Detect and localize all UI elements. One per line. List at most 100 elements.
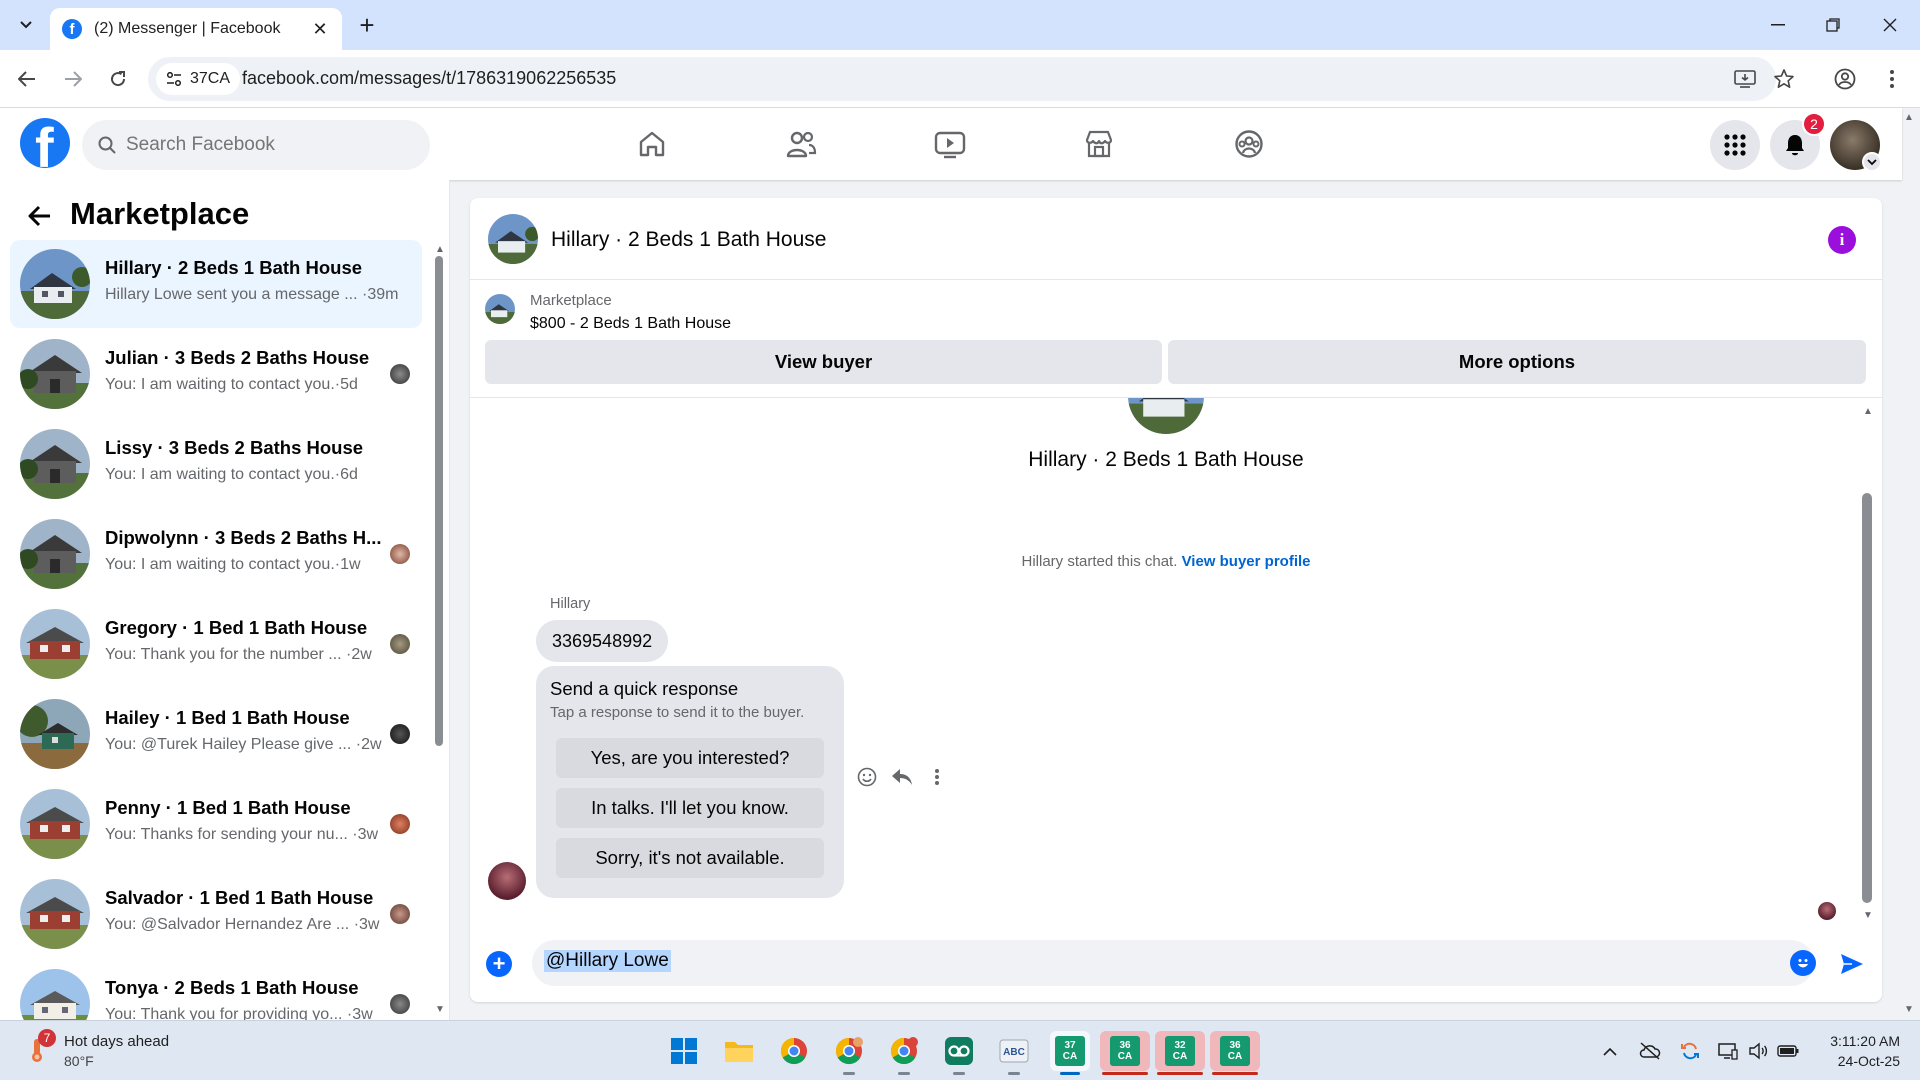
chrome-icon[interactable] <box>774 1031 814 1071</box>
reload-icon[interactable] <box>103 64 133 94</box>
chat-title[interactable]: Hillary · 2 Beds 1 Bath House <box>551 228 826 252</box>
more-options-button[interactable]: More options <box>1168 340 1866 384</box>
conversation-item[interactable]: Gregory · 1 Bed 1 Bath House You: Thank … <box>10 600 422 688</box>
conversation-snippet: You: Thank you for providing yo... ·3w <box>105 1006 373 1020</box>
voicemail-app-icon[interactable] <box>939 1031 979 1075</box>
conversation-item[interactable]: Julian · 3 Beds 2 Baths House You: I am … <box>10 330 422 418</box>
cloud-sync-off-icon[interactable] <box>1638 1039 1662 1063</box>
back-arrow-icon[interactable] <box>24 200 56 232</box>
sidebar-scrollbar-thumb[interactable] <box>435 256 443 746</box>
sync-icon[interactable] <box>1678 1039 1702 1063</box>
listing-thumbnail <box>20 789 90 859</box>
new-tab-plus-icon[interactable]: + <box>352 10 382 40</box>
reply-arrow-icon[interactable] <box>889 764 915 790</box>
back-arrow-icon[interactable] <box>12 64 42 94</box>
profile-icon[interactable] <box>1833 67 1857 91</box>
ca-app-36-icon[interactable]: 36 CA <box>1100 1031 1150 1075</box>
nav-watch-icon[interactable] <box>894 118 1006 170</box>
nav-marketplace-icon[interactable] <box>1043 118 1155 170</box>
window-close-icon[interactable] <box>1870 8 1910 42</box>
message-input[interactable]: @Hillary Lowe <box>532 940 1814 986</box>
sidebar-scroll-down-arrow-icon[interactable]: ▼ <box>434 1004 446 1015</box>
volume-icon[interactable] <box>1746 1039 1770 1063</box>
account-chevron-down-icon[interactable] <box>1862 152 1882 172</box>
quick-response-button[interactable]: Yes, are you interested? <box>556 738 824 778</box>
marketplace-label: Marketplace <box>530 292 612 309</box>
message-input-text[interactable]: @Hillary Lowe <box>544 950 671 972</box>
chrome-profile-icon[interactable] <box>829 1031 869 1075</box>
browser-menu-kebab-icon[interactable] <box>1880 67 1904 91</box>
conversation-item[interactable]: Hillary · 2 Beds 1 Bath House Hillary Lo… <box>10 240 422 328</box>
conversation-item[interactable]: Salvador · 1 Bed 1 Bath House You: @Salv… <box>10 870 422 958</box>
page-scroll-down-arrow-icon[interactable]: ▼ <box>1904 1004 1914 1015</box>
more-actions-plus-icon[interactable]: + <box>486 951 512 977</box>
listing-thumbnail <box>20 969 90 1020</box>
sender-avatar[interactable] <box>488 862 526 900</box>
ca-tile-label: 32 CA <box>1165 1036 1195 1066</box>
tab-close-icon[interactable]: ✕ <box>310 19 330 40</box>
bookmark-star-icon[interactable] <box>1772 67 1796 91</box>
conversation-snippet: You: I am waiting to contact you.·5d <box>105 376 358 393</box>
facebook-search[interactable] <box>82 120 430 170</box>
nav-friends-icon[interactable] <box>745 118 857 170</box>
install-app-icon[interactable] <box>1733 67 1757 91</box>
nav-home-icon[interactable] <box>596 118 708 170</box>
windows-start-icon[interactable] <box>664 1031 704 1071</box>
chat-messages-area: Hillary · 2 Beds 1 Bath House Hillary st… <box>470 398 1882 922</box>
chat-header: Hillary · 2 Beds 1 Bath House i <box>470 198 1882 280</box>
conversation-item[interactable]: Tonya · 2 Beds 1 Bath House You: Thank y… <box>10 960 422 1020</box>
minimize-icon[interactable] <box>1758 8 1798 42</box>
windows-taskbar: 7 Hot days ahead 80°F ABC 37 CA 36 CA 32 CA… <box>0 1020 1920 1080</box>
nav-groups-icon[interactable] <box>1193 118 1305 170</box>
chat-scroll-up-arrow-icon[interactable]: ▲ <box>1862 406 1874 417</box>
message-more-kebab-icon[interactable] <box>924 764 950 790</box>
browser-tab-active[interactable]: f (2) Messenger | Facebook ✕ <box>50 8 342 50</box>
address-bar[interactable]: 37CA facebook.com/messages/t/17863190622… <box>148 57 1776 101</box>
weather-title[interactable]: Hot days ahead <box>64 1033 169 1050</box>
tab-search-chevron-icon[interactable] <box>12 12 40 38</box>
view-buyer-button[interactable]: View buyer <box>485 340 1162 384</box>
conversation-item[interactable]: Hailey · 1 Bed 1 Bath House You: @Turek … <box>10 690 422 778</box>
view-buyer-profile-link[interactable]: View buyer profile <box>1182 553 1311 570</box>
search-input[interactable] <box>126 134 406 156</box>
listing-thumbnail <box>485 294 515 324</box>
restore-icon[interactable] <box>1813 8 1853 42</box>
network-monitor-icon[interactable] <box>1716 1039 1740 1063</box>
battery-icon[interactable] <box>1776 1039 1800 1063</box>
ca-tile-label: 36 CA <box>1110 1036 1140 1066</box>
chat-large-avatar <box>1128 398 1204 434</box>
file-explorer-icon[interactable] <box>719 1031 759 1071</box>
chat-listing-avatar[interactable] <box>488 214 538 264</box>
ca-app-36b-icon[interactable]: 36 CA <box>1210 1031 1260 1075</box>
chrome-profile-icon[interactable] <box>884 1031 924 1075</box>
chat-started-notice: Hillary started this chat. View buyer pr… <box>470 553 1862 570</box>
quick-response-button[interactable]: Sorry, it's not available. <box>556 838 824 878</box>
abc-app-icon[interactable]: ABC <box>994 1031 1034 1075</box>
ca-app-37-icon[interactable]: 37 CA <box>1050 1031 1090 1075</box>
conversation-info-icon[interactable]: i <box>1828 226 1856 254</box>
url-text[interactable]: facebook.com/messages/t/1786319062256535 <box>242 68 616 89</box>
listing-price-title[interactable]: $800 - 2 Beds 1 Bath House <box>530 315 731 333</box>
quick-response-button[interactable]: In talks. I'll let you know. <box>556 788 824 828</box>
conversation-item[interactable]: Penny · 1 Bed 1 Bath House You: Thanks f… <box>10 780 422 868</box>
site-info-button[interactable]: 37CA <box>156 63 241 95</box>
menu-grid-icon[interactable] <box>1710 120 1760 170</box>
conversation-name: Hailey · 1 Bed 1 Bath House <box>105 707 350 728</box>
send-arrow-icon[interactable] <box>1838 950 1866 978</box>
conversation-item[interactable]: Dipwolynn · 3 Beds 2 Baths H... You: I a… <box>10 510 422 598</box>
emoji-icon[interactable] <box>1790 950 1816 976</box>
forward-arrow-icon[interactable] <box>58 64 88 94</box>
facebook-logo-icon[interactable]: f <box>20 118 70 168</box>
chat-scrollbar-thumb[interactable] <box>1862 493 1872 903</box>
ca-app-32-icon[interactable]: 32 CA <box>1155 1031 1205 1075</box>
tray-chevron-up-icon[interactable] <box>1598 1039 1622 1063</box>
react-smiley-icon[interactable] <box>854 764 880 790</box>
sidebar-scroll-up-arrow-icon[interactable]: ▲ <box>434 244 446 255</box>
read-receipt-avatar <box>390 544 410 564</box>
conversation-item[interactable]: Lissy · 3 Beds 2 Baths House You: I am w… <box>10 420 422 508</box>
page-scroll-up-arrow-icon[interactable]: ▲ <box>1904 112 1914 123</box>
message-bubble[interactable]: 3369548992 <box>536 620 669 662</box>
chat-scroll-down-arrow-icon[interactable]: ▼ <box>1862 910 1874 921</box>
clock-time[interactable]: 3:11:20 AM <box>1820 1033 1900 1049</box>
clock-date[interactable]: 24-Oct-25 <box>1820 1053 1900 1069</box>
